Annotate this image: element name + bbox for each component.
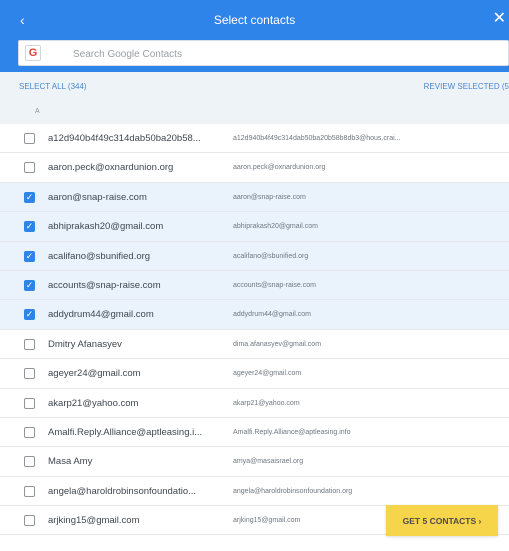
contact-name: abhiprakash20@gmail.com xyxy=(48,221,164,233)
checkbox-unchecked[interactable] xyxy=(24,133,35,144)
contact-email: dima.afanasyev@gmail.com xyxy=(233,340,322,348)
review-selected-button[interactable]: REVIEW SELECTED (5 xyxy=(424,82,509,92)
checkbox-unchecked[interactable] xyxy=(24,368,35,380)
contact-name: Masa Amy xyxy=(48,456,93,468)
contact-row[interactable]: ✓ accounts@snap-raise.com accounts@snap-ra… xyxy=(0,270,509,301)
contact-row[interactable]: aaron.peck@oxnardunion.org aaron.peck@oxn… xyxy=(0,153,509,183)
search-box: G xyxy=(18,40,509,66)
contact-name: aaron.peck@oxnardunion.org xyxy=(48,162,174,174)
contact-name: Dmitry Afanasyev xyxy=(48,338,122,350)
checkmark-icon: ✓ xyxy=(25,191,34,202)
checkbox-checked[interactable]: ✓ xyxy=(24,250,35,262)
contact-name: Amalfi.Reply.Alliance@aptleasing.i... xyxy=(48,426,203,438)
contact-name: angela@haroldrobinsonfoundatio... xyxy=(48,485,197,497)
checkbox-unchecked[interactable] xyxy=(24,515,35,527)
contact-row[interactable]: angela@haroldrobinsonfoundatio... angela@… xyxy=(0,476,509,507)
contact-email: acalifano@sbunified.org xyxy=(233,252,309,260)
contact-row[interactable]: Dmitry Afanasyev dima.afanasyev@gmail.com xyxy=(0,329,509,360)
checkbox-checked[interactable]: ✓ xyxy=(24,191,35,203)
checkbox-checked[interactable]: ✓ xyxy=(24,221,35,233)
checkbox-unchecked[interactable] xyxy=(24,397,35,409)
section-letter: A xyxy=(35,108,40,115)
close-icon[interactable]: ✕ xyxy=(493,9,506,29)
select-all-button[interactable]: SELECT ALL (344) xyxy=(19,82,87,92)
contact-email: aaron.peck@oxnardunion.org xyxy=(233,164,326,172)
checkbox-checked[interactable]: ✓ xyxy=(24,279,35,291)
contact-row[interactable]: ✓ abhiprakash20@gmail.com abhiprakash20@gm… xyxy=(0,212,509,242)
checkmark-icon: ✓ xyxy=(25,279,34,290)
search-input[interactable] xyxy=(71,45,495,64)
search-bar-container: G xyxy=(0,40,509,72)
contact-row[interactable]: akarp21@yahoo.com akarp21@yahoo.com xyxy=(0,388,509,418)
contact-row[interactable]: Masa Amy amya@masaisrael.org xyxy=(0,447,509,477)
selection-toolbar: SELECT ALL (344) REVIEW SELECTED (5 xyxy=(0,72,509,102)
contact-name: acalifano@sbunified.org xyxy=(48,250,151,262)
section-header: A xyxy=(0,102,509,124)
contact-email: aaron@snap-raise.com xyxy=(233,193,306,201)
contact-email: amya@masaisrael.org xyxy=(233,458,304,466)
contact-email: accounts@snap-raise.com xyxy=(233,281,316,289)
checkbox-checked[interactable]: ✓ xyxy=(24,309,35,321)
checkmark-icon: ✓ xyxy=(25,309,34,320)
contact-email: a12d940b4f49c314dab50ba20b58b8db3@hous.c… xyxy=(233,135,401,142)
contact-name: ageyer24@gmail.com xyxy=(48,368,141,380)
contact-email: addydrum44@gmail.com xyxy=(233,311,311,319)
dialog-title: Select contacts xyxy=(213,13,296,27)
checkmark-icon: ✓ xyxy=(25,250,34,261)
contact-row[interactable]: a12d940b4f49c314dab50ba20b58... a12d940b4… xyxy=(0,124,509,154)
contact-name: a12d940b4f49c314dab50ba20b58... xyxy=(48,133,201,144)
checkbox-unchecked[interactable] xyxy=(24,162,35,174)
contact-row[interactable]: ✓ aaron@snap-raise.com aaron@snap-raise.co… xyxy=(0,182,509,213)
contact-name: aaron@snap-raise.com xyxy=(48,191,147,203)
contact-row[interactable]: ✓ acalifano@sbunified.org acalifano@sbunif… xyxy=(0,241,509,271)
dialog-header: ‹ Select contacts ✕ xyxy=(0,0,509,40)
contact-row[interactable]: Amalfi.Reply.Alliance@aptleasing.i... Ama… xyxy=(0,417,509,448)
checkbox-unchecked[interactable] xyxy=(24,456,35,468)
contact-name: addydrum44@gmail.com xyxy=(48,309,154,321)
contact-email: angela@haroldrobinsonfoundation.org xyxy=(233,487,353,495)
contact-email: akarp21@yahoo.com xyxy=(233,399,300,407)
checkbox-unchecked[interactable] xyxy=(24,338,35,350)
contact-email: Amalfi.Reply.Alliance@aptleasing.info xyxy=(233,428,351,436)
contact-email: abhiprakash20@gmail.com xyxy=(233,223,318,231)
contact-row[interactable]: ageyer24@gmail.com ageyer24@gmail.com xyxy=(0,359,509,389)
contact-list: a12d940b4f49c314dab50ba20b58... a12d940b4… xyxy=(0,124,509,536)
contact-name: accounts@snap-raise.com xyxy=(48,279,161,291)
get-contacts-button[interactable]: GET 5 CONTACTS › xyxy=(386,505,498,536)
contact-name: arjking15@gmail.com xyxy=(48,515,140,527)
checkbox-unchecked[interactable] xyxy=(24,485,35,497)
google-logo-icon: G xyxy=(25,45,41,61)
contact-row[interactable]: ✓ addydrum44@gmail.com addydrum44@gmail.co… xyxy=(0,300,509,330)
checkmark-icon: ✓ xyxy=(25,221,34,232)
checkbox-unchecked[interactable] xyxy=(24,426,35,438)
contact-name: akarp21@yahoo.com xyxy=(48,397,139,409)
contact-email: ageyer24@gmail.com xyxy=(233,370,302,378)
